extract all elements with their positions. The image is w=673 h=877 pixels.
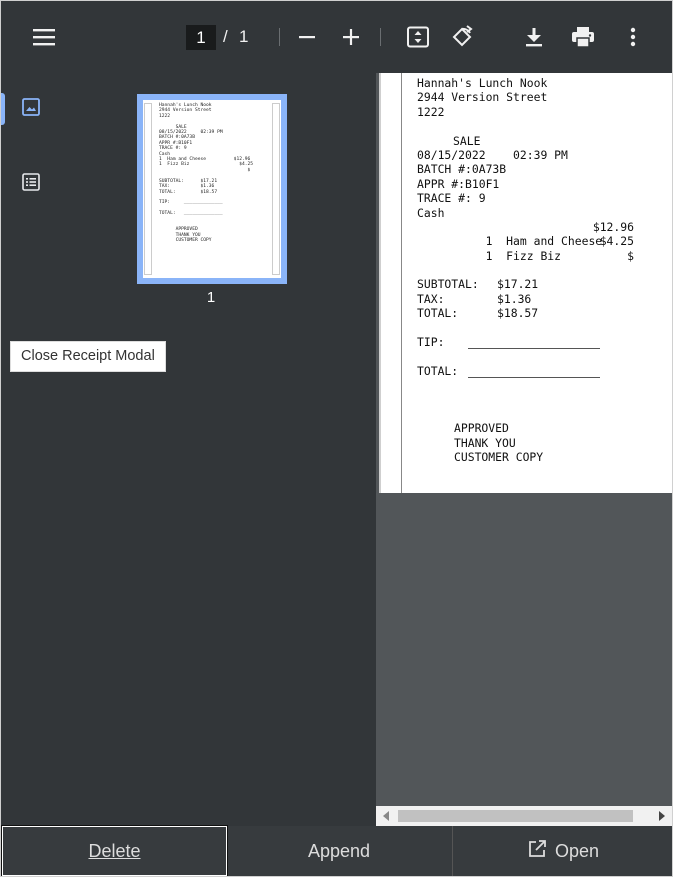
thumbnail-edge	[272, 103, 280, 275]
total-value: $18.57	[497, 306, 539, 321]
tooltip: Close Receipt Modal	[10, 341, 166, 372]
scrollbar-thumb[interactable]	[398, 810, 633, 822]
customer-copy-text: CUSTOMER COPY	[454, 450, 544, 465]
total-line-row: TOTAL:	[417, 363, 634, 379]
tab-thumbnails[interactable]	[1, 87, 61, 131]
append-label: Append	[307, 840, 371, 861]
image-icon	[22, 97, 40, 121]
scroll-right-icon[interactable]	[656, 810, 668, 822]
payment-method: Cash	[417, 205, 445, 220]
receipt: Hannah's Lunch Nook 2944 Version Street …	[417, 76, 634, 465]
item-price: $	[627, 248, 634, 263]
approved-text: APPROVED	[454, 421, 509, 436]
line-item: 1 Fizz Biz $4.25	[417, 234, 634, 262]
thumbnail-page-number: 1	[206, 289, 216, 306]
document-viewer: Hannah's Lunch Nook 2944 Version Street …	[376, 73, 672, 826]
thumbnail-edge	[144, 103, 152, 275]
toolbar-divider	[380, 28, 381, 46]
tip-signature-line	[468, 338, 600, 350]
tip-label: TIP:	[417, 335, 445, 350]
store-address: 2944 Version Street	[417, 90, 548, 105]
thumbnail-sidebar: Hannah's Lunch Nook 2944 Version Street …	[1, 73, 376, 826]
total-line-label: TOTAL:	[417, 363, 459, 378]
thumbnail-page: Hannah's Lunch Nook 2944 Version Street …	[143, 100, 281, 278]
page-edge	[401, 73, 402, 493]
page-edge	[379, 73, 381, 493]
horizontal-scrollbar[interactable]	[376, 806, 672, 826]
item-price: $4.25	[599, 234, 634, 249]
append-button[interactable]: Append	[227, 826, 451, 876]
store-name: Hannah's Lunch Nook	[417, 76, 548, 90]
page-number-input[interactable]: 1	[186, 25, 216, 50]
document-page: Hannah's Lunch Nook 2944 Version Street …	[379, 73, 672, 493]
page-thumbnail[interactable]: Hannah's Lunch Nook 2944 Version Street …	[137, 94, 287, 284]
toolbar: 1 / 1	[1, 1, 672, 73]
tip-row: TIP:	[417, 335, 634, 350]
tab-outline[interactable]	[1, 162, 61, 206]
zoom-in-icon[interactable]	[333, 19, 369, 55]
trace-number: TRACE #: 9	[417, 191, 486, 206]
zoom-out-icon[interactable]	[289, 19, 325, 55]
print-icon[interactable]	[565, 19, 601, 55]
delete-label: Delete	[88, 840, 141, 861]
tax-value: $1.36	[497, 291, 532, 306]
delete-button[interactable]: Delete	[1, 825, 228, 876]
subtotal-value: $17.21	[497, 277, 539, 292]
rotate-icon[interactable]	[444, 19, 480, 55]
total-label: TOTAL:	[417, 306, 459, 321]
batch-number: BATCH #:0A73B	[417, 162, 507, 177]
pdf-viewer-window: 1 / 1 Hannah's Lunch Nook 2944 Version S…	[0, 0, 673, 877]
external-link-icon	[527, 839, 555, 864]
transaction-type: SALE	[453, 133, 481, 148]
list-icon	[22, 172, 40, 196]
scroll-left-icon[interactable]	[380, 810, 392, 822]
bottom-action-bar: Delete Append Open	[1, 825, 672, 876]
total-row: TOTAL: $18.57	[417, 306, 634, 320]
total-signature-line	[468, 367, 600, 379]
line-item: 1 Ham and Cheese $12.96	[417, 219, 634, 248]
line-item: $	[417, 249, 634, 263]
total-pages: 1	[239, 27, 249, 46]
open-label: Open	[554, 840, 600, 861]
download-icon[interactable]	[516, 19, 552, 55]
date-time: 08/15/2022 02:39 PM	[417, 147, 568, 162]
thumbnail-receipt-text: Hannah's Lunch Nook 2944 Version Street …	[159, 103, 254, 244]
open-button[interactable]: Open	[452, 826, 672, 876]
fit-to-page-icon[interactable]	[400, 19, 436, 55]
store-number: 1222	[417, 104, 445, 119]
menu-icon[interactable]	[26, 19, 62, 55]
more-options-icon[interactable]	[615, 19, 651, 55]
thank-you-text: THANK YOU	[454, 435, 516, 450]
approval-number: APPR #:B10F1	[417, 176, 500, 191]
page-separator: /	[223, 27, 228, 46]
toolbar-divider	[279, 28, 280, 46]
item-price: $12.96	[592, 219, 634, 234]
